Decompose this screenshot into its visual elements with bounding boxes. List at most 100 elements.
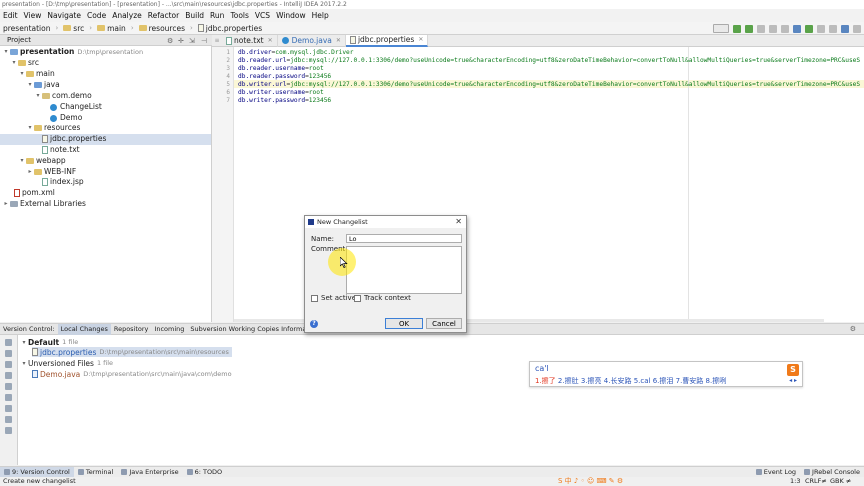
rollback-icon[interactable] [5, 361, 12, 368]
expand-arrow-icon[interactable]: ▾ [10, 58, 18, 69]
delete-changelist-icon[interactable] [5, 383, 12, 390]
toolwindow-todo[interactable]: 6: TODO [183, 467, 227, 478]
settings-gear-icon[interactable]: ⚙ [850, 325, 856, 333]
close-tab-icon[interactable]: ✕ [336, 37, 341, 44]
ok-button[interactable]: OK [385, 318, 423, 329]
tree-node-note-txt[interactable]: note.txt [42, 145, 80, 156]
close-tab-icon[interactable]: ✕ [268, 37, 273, 44]
project-structure-icon[interactable] [841, 24, 849, 33]
tab-list-icon[interactable]: ≡ [212, 37, 222, 44]
tree-node-webapp[interactable]: ▾ webapp [18, 156, 65, 167]
code-line[interactable]: db.reader.password=123456 [238, 73, 331, 80]
set-active-option[interactable]: Set active [311, 294, 356, 302]
menu-tools[interactable]: Tools [227, 9, 251, 22]
expand-arrow-icon[interactable]: ▾ [34, 91, 42, 102]
collapse-arrow-icon[interactable]: ▸ [2, 199, 10, 210]
track-context-option[interactable]: Track context [354, 294, 411, 302]
menu-help[interactable]: Help [309, 9, 332, 22]
cursor-position[interactable]: 1:3 [790, 477, 800, 486]
expand-arrow-icon[interactable]: ▾ [26, 80, 34, 91]
menu-refactor[interactable]: Refactor [145, 9, 182, 22]
expand-arrow-icon[interactable]: ▾ [18, 156, 26, 167]
tree-node-presentation[interactable]: ▾ presentation D:\tmp\presentation [2, 47, 143, 58]
profile-icon[interactable] [769, 24, 777, 33]
menu-analyze[interactable]: Analyze [109, 9, 145, 22]
tree-node-jdbc-properties[interactable]: jdbc.properties [0, 134, 211, 145]
tree-node-main[interactable]: ▾ main [18, 69, 54, 80]
toolwindow-event-log[interactable]: Event Log [752, 467, 800, 478]
menu-window[interactable]: Window [273, 9, 309, 22]
ime-candidate[interactable]: 4.长安路 [604, 377, 632, 385]
tree-node-changelist[interactable]: ChangeList [50, 102, 102, 113]
close-icon[interactable]: ✕ [455, 217, 462, 226]
code-line[interactable]: db.reader.url=jdbc:mysql://127.0.0.1:330… [238, 57, 860, 64]
close-tab-icon[interactable]: ✕ [418, 36, 423, 43]
move-changes-icon[interactable] [5, 394, 12, 401]
set-active-checkbox[interactable] [311, 294, 318, 302]
vcs-update-icon[interactable] [793, 24, 801, 33]
ime-candidate[interactable]: 3.擦亮 [581, 377, 602, 385]
tree-node-src[interactable]: ▾ src [10, 58, 38, 69]
hide-panel-icon[interactable]: ⊣ [201, 37, 207, 45]
code-line[interactable]: db.writer.url=jdbc:mysql://127.0.0.1:330… [238, 81, 860, 88]
expand-all-icon[interactable] [5, 427, 12, 434]
file-encoding[interactable]: GBK ≠ [830, 477, 851, 486]
menu-navigate[interactable]: Navigate [44, 9, 84, 22]
ime-candidate[interactable]: 1.擦了 [535, 377, 556, 385]
menu-vcs[interactable]: VCS [252, 9, 273, 22]
breadcrumb-resources[interactable]: resources [136, 22, 188, 35]
tab-subversion-info[interactable]: Subversion Working Copies Information [187, 324, 321, 335]
tab-local-changes[interactable]: Local Changes [57, 323, 111, 335]
tree-node-resources[interactable]: ▾ resources [26, 123, 80, 134]
tab-repository[interactable]: Repository [111, 324, 152, 335]
tree-node-pom-xml[interactable]: pom.xml [14, 188, 55, 199]
code-line[interactable]: db.reader.username=root [238, 65, 324, 72]
ime-toolbar-icons[interactable]: S 中 ♪ ◦ ☺ ⌨ ✎ ⚙ [558, 477, 623, 486]
ime-candidate[interactable]: 5.cal [634, 377, 651, 385]
breadcrumb-jdbc-properties[interactable]: jdbc.properties [195, 22, 265, 35]
changelist-default[interactable]: ▾ Default 1 file [20, 337, 78, 347]
settings-gear-icon[interactable]: ⚙ [167, 37, 173, 45]
cancel-button[interactable]: Cancel [426, 318, 462, 329]
comment-textarea[interactable] [346, 246, 462, 294]
expand-arrow-icon[interactable]: ▾ [20, 339, 28, 346]
unversioned-file-demo-java[interactable]: Demo.java D:\tmp\presentation\src\main\j… [32, 369, 232, 379]
breadcrumb-src[interactable]: src [60, 22, 87, 35]
run-icon[interactable] [733, 24, 741, 33]
ime-candidate[interactable]: 6.擦泪 [653, 377, 674, 385]
ime-pager-icon[interactable]: ◂ ▸ [789, 377, 797, 384]
tab-jdbc-properties[interactable]: jdbc.properties ✕ [345, 34, 429, 47]
expand-arrow-icon[interactable]: ▾ [18, 69, 26, 80]
tree-node-java[interactable]: ▾ java [26, 80, 59, 91]
toolwindow-terminal[interactable]: Terminal [74, 467, 117, 478]
group-by-icon[interactable] [5, 416, 12, 423]
breadcrumb-main[interactable]: main [94, 22, 129, 35]
ime-candidate[interactable]: 7.曹安路 [676, 377, 704, 385]
changed-file-jdbc-properties[interactable]: jdbc.properties D:\tmp\presentation\src\… [32, 347, 232, 357]
expand-arrow-icon[interactable]: ▾ [20, 360, 28, 367]
expand-arrow-icon[interactable]: ▾ [26, 123, 34, 134]
menu-build[interactable]: Build [182, 9, 207, 22]
tab-demo-java[interactable]: Demo.java ✕ [278, 34, 346, 47]
run-config-select[interactable] [713, 24, 729, 33]
tab-incoming[interactable]: Incoming [151, 324, 187, 335]
help-icon[interactable]: ? [310, 320, 318, 328]
menu-run[interactable]: Run [207, 9, 227, 22]
menu-code[interactable]: Code [84, 9, 109, 22]
project-panel-title[interactable]: Project [0, 35, 31, 46]
refresh-icon[interactable] [5, 339, 12, 346]
ime-candidate[interactable]: 2.擦肚 [558, 377, 579, 385]
tree-node-index-jsp[interactable]: index.jsp [42, 177, 84, 188]
changelist-name-input[interactable] [346, 234, 462, 243]
code-line[interactable]: db.writer.username=root [238, 89, 324, 96]
debug-icon[interactable] [745, 24, 753, 33]
expand-arrow-icon[interactable]: ▾ [2, 47, 10, 58]
changelist-unversioned[interactable]: ▾ Unversioned Files 1 file [20, 358, 113, 368]
menu-edit[interactable]: Edit [0, 9, 21, 22]
stop-icon[interactable] [781, 24, 789, 33]
commit-icon[interactable] [5, 350, 12, 357]
line-separator[interactable]: CRLF≠ [805, 477, 827, 486]
revert-icon[interactable] [829, 24, 837, 33]
new-changelist-icon[interactable] [5, 372, 12, 379]
tab-note-txt[interactable]: note.txt ✕ [222, 34, 278, 47]
